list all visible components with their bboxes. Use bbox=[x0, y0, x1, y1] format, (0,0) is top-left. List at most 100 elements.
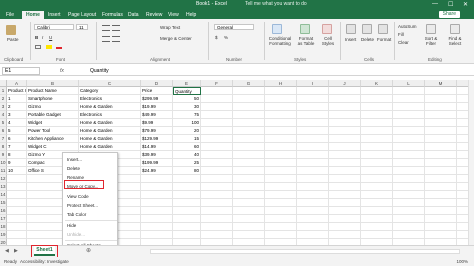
cell[interactable] bbox=[329, 191, 361, 199]
cell[interactable]: 10 bbox=[7, 167, 27, 175]
zoom-level[interactable]: 100% bbox=[456, 259, 468, 264]
cell[interactable] bbox=[201, 135, 233, 143]
cell[interactable]: Product ID bbox=[7, 87, 27, 95]
cell[interactable] bbox=[233, 215, 265, 223]
cell[interactable] bbox=[233, 135, 265, 143]
cell[interactable] bbox=[425, 135, 457, 143]
cell[interactable] bbox=[201, 199, 233, 207]
cell[interactable]: Product Name bbox=[27, 87, 79, 95]
row-header[interactable]: 10 bbox=[0, 159, 7, 167]
cell[interactable] bbox=[141, 199, 173, 207]
cell[interactable]: 75 bbox=[173, 111, 201, 119]
row-header[interactable]: 5 bbox=[0, 119, 7, 127]
menu-item-hide[interactable]: Hide bbox=[67, 223, 76, 228]
cell[interactable]: Widget bbox=[27, 119, 79, 127]
cell[interactable] bbox=[361, 191, 393, 199]
cell[interactable] bbox=[297, 215, 329, 223]
fill-button[interactable]: Fill bbox=[398, 32, 404, 37]
cell[interactable] bbox=[7, 191, 27, 199]
sort-filter-button[interactable]: Sort & Filter bbox=[420, 36, 442, 46]
cell[interactable]: $39.99 bbox=[141, 151, 173, 159]
cell[interactable] bbox=[265, 87, 297, 95]
cell[interactable] bbox=[393, 159, 425, 167]
cell[interactable] bbox=[201, 191, 233, 199]
select-all-corner[interactable] bbox=[0, 80, 7, 87]
cell[interactable] bbox=[265, 231, 297, 239]
column-header[interactable]: D bbox=[141, 80, 173, 87]
horizontal-scrollbar[interactable] bbox=[150, 249, 460, 254]
cell[interactable] bbox=[361, 87, 393, 95]
cell[interactable] bbox=[233, 103, 265, 111]
row-header[interactable]: 4 bbox=[0, 111, 7, 119]
cell[interactable] bbox=[393, 167, 425, 175]
column-header[interactable]: J bbox=[329, 80, 361, 87]
conditional-formatting-button[interactable]: Conditional Formatting bbox=[266, 36, 294, 46]
column-header[interactable]: B bbox=[27, 80, 79, 87]
cell[interactable]: 40 bbox=[173, 151, 201, 159]
cell[interactable]: $19.99 bbox=[141, 103, 173, 111]
cell-styles-icon[interactable] bbox=[322, 24, 332, 34]
format-cells-icon[interactable] bbox=[378, 24, 388, 34]
conditional-formatting-icon[interactable] bbox=[272, 24, 282, 34]
sort-filter-icon[interactable] bbox=[426, 24, 436, 34]
cell[interactable] bbox=[393, 207, 425, 215]
cell[interactable] bbox=[265, 119, 297, 127]
cell[interactable]: Home & Garden bbox=[79, 127, 141, 135]
cell[interactable] bbox=[233, 127, 265, 135]
cell[interactable] bbox=[329, 159, 361, 167]
cell[interactable] bbox=[141, 175, 173, 183]
cell[interactable] bbox=[201, 151, 233, 159]
tab-data[interactable]: Data bbox=[128, 11, 139, 19]
cell[interactable] bbox=[265, 191, 297, 199]
row-header[interactable]: 9 bbox=[0, 151, 7, 159]
cell[interactable] bbox=[393, 199, 425, 207]
cell[interactable] bbox=[393, 95, 425, 103]
cell[interactable] bbox=[297, 119, 329, 127]
cell[interactable]: Category bbox=[79, 87, 141, 95]
borders-icon[interactable] bbox=[35, 45, 41, 49]
merge-center-button[interactable]: Merge & Center bbox=[160, 36, 192, 41]
cell[interactable] bbox=[329, 95, 361, 103]
find-select-button[interactable]: Find & Select bbox=[444, 36, 466, 46]
cell[interactable] bbox=[173, 215, 201, 223]
cell[interactable] bbox=[233, 207, 265, 215]
next-sheet-icon[interactable]: ▶ bbox=[14, 248, 18, 254]
cell[interactable] bbox=[233, 95, 265, 103]
cell[interactable]: 8 bbox=[7, 151, 27, 159]
row-header[interactable]: 14 bbox=[0, 191, 7, 199]
cell[interactable]: 80 bbox=[173, 167, 201, 175]
column-header[interactable]: M bbox=[425, 80, 457, 87]
menu-item-tab-color[interactable]: Tab Color bbox=[67, 212, 86, 217]
cell[interactable]: Quantity bbox=[173, 87, 201, 95]
cell[interactable] bbox=[233, 199, 265, 207]
cell[interactable] bbox=[233, 111, 265, 119]
delete-cells-icon[interactable] bbox=[362, 24, 372, 34]
cell[interactable] bbox=[393, 231, 425, 239]
cell[interactable] bbox=[265, 127, 297, 135]
cell[interactable] bbox=[265, 111, 297, 119]
close-button[interactable]: ✕ bbox=[463, 1, 468, 8]
cell[interactable] bbox=[329, 151, 361, 159]
row-header[interactable]: 17 bbox=[0, 215, 7, 223]
cell[interactable] bbox=[201, 207, 233, 215]
cell[interactable] bbox=[393, 87, 425, 95]
font-name-dropdown[interactable]: Calibri bbox=[34, 24, 74, 30]
cell[interactable] bbox=[297, 143, 329, 151]
cell[interactable] bbox=[425, 199, 457, 207]
cell[interactable] bbox=[141, 215, 173, 223]
cell[interactable] bbox=[201, 143, 233, 151]
cell[interactable] bbox=[233, 175, 265, 183]
cell[interactable] bbox=[141, 191, 173, 199]
tab-home[interactable]: Home bbox=[22, 11, 44, 19]
cell[interactable] bbox=[329, 135, 361, 143]
row-header[interactable]: 8 bbox=[0, 143, 7, 151]
name-box[interactable]: E1 bbox=[2, 67, 40, 75]
cell[interactable] bbox=[393, 135, 425, 143]
cell[interactable] bbox=[7, 223, 27, 231]
cell[interactable] bbox=[361, 167, 393, 175]
cell[interactable] bbox=[233, 151, 265, 159]
cell[interactable] bbox=[329, 223, 361, 231]
vertical-scrollbar[interactable] bbox=[468, 80, 474, 245]
cell[interactable] bbox=[425, 215, 457, 223]
cell[interactable] bbox=[233, 159, 265, 167]
